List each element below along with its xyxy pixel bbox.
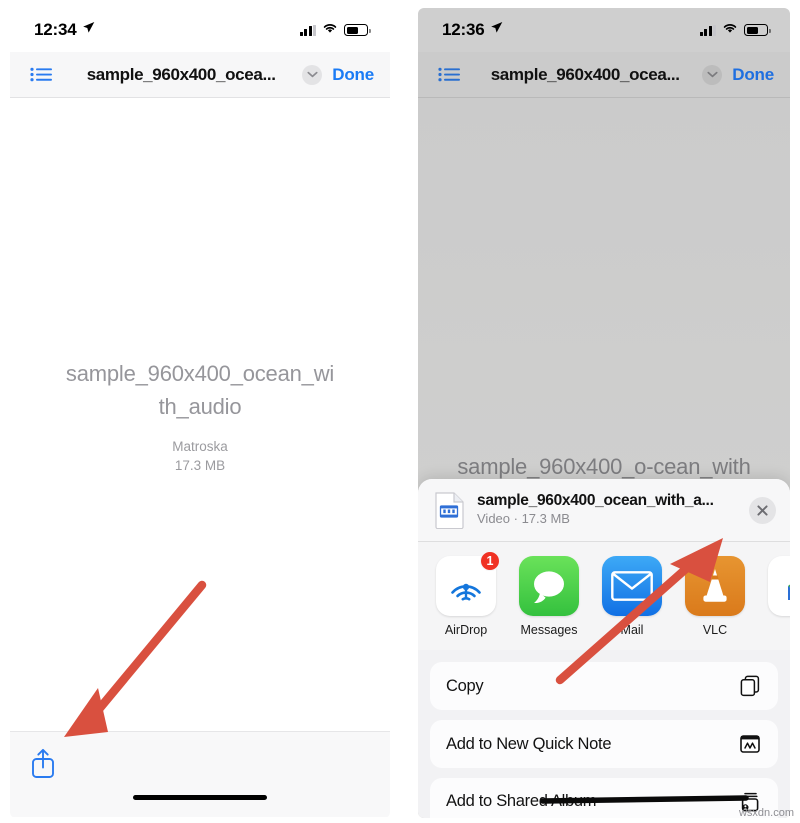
vlc-app-label: VLC [702,623,728,637]
share-sheet-header: sample_960x400_ocean_with_a... Video · 1… [418,479,790,542]
wifi-icon [322,21,338,39]
vlc-cone-icon [685,556,745,616]
action-row-copy[interactable]: Copy [430,662,778,710]
status-bar-left: 12:34 [10,8,390,52]
document-preview-right-dimmed: sample_960x400_o-cean_with_audio [418,98,790,818]
action-label: Add to Shared Album [446,792,597,810]
messages-icon [519,556,579,616]
watermark: wsxdn.com [738,807,794,819]
share-targets-row[interactable]: 1 AirDrop Messages Mail VLC [418,542,790,650]
location-arrow-icon [490,21,503,39]
drive-app-tile[interactable]: D [768,556,790,637]
share-sheet-filename: sample_960x400_ocean_with_a... [477,492,714,509]
document-kind: Matroska [172,438,228,454]
mail-app-label: Mail [620,623,644,637]
quick-note-icon [738,732,762,756]
vlc-app-tile[interactable]: VLC [685,556,745,637]
copy-icon [738,674,762,698]
nav-bar-right: sample_960x400_ocea... Done [418,52,790,98]
phone-screenshot-left: 12:34 sample_960x400_ocea... Done sample… [10,8,390,818]
action-label: Copy [446,676,484,695]
nav-title-right: sample_960x400_ocea... [490,64,680,84]
status-time: 12:36 [442,20,485,39]
battery-icon [344,24,371,36]
messages-app-label: Messages [520,623,578,637]
video-file-icon [434,491,465,530]
done-button-right[interactable]: Done [732,65,774,85]
screenshot-stage: 12:34 sample_960x400_ocea... Done sample… [0,0,800,823]
mail-app-tile[interactable]: Mail [602,556,662,637]
list-bullet-icon[interactable] [30,67,52,82]
action-group-2: Add to New Quick Note [430,720,778,768]
document-size: 17.3 MB [174,457,226,473]
document-filename: sample_960x400_ocean_with_audio [65,360,335,419]
airdrop-app-label: AirDrop [444,623,488,637]
nav-bar-left: sample_960x400_ocea... Done [10,52,390,98]
share-icon[interactable] [28,746,58,780]
airdrop-badge-count: 1 [480,551,500,571]
share-sheet-file-meta: sample_960x400_ocean_with_a... Video · 1… [477,492,749,528]
drive-icon [768,556,790,616]
status-indicators [699,21,771,39]
action-row-shared-album[interactable]: Add to Shared Album [430,778,778,818]
bottom-toolbar-left [10,731,390,817]
chevron-down-icon[interactable] [302,64,323,85]
mail-icon [602,556,662,616]
battery-icon [744,24,771,36]
home-indicator-left[interactable] [133,795,267,800]
phone-screenshot-right: 12:36 sample_960x400_ocea... Done sample… [418,8,790,818]
action-group-3: Add to Shared Album [430,778,778,818]
share-sheet-subtitle: Video · 17.3 MB [477,511,570,526]
action-group-1: Copy [430,662,778,710]
chevron-down-icon[interactable] [702,64,723,85]
airdrop-app-tile[interactable]: 1 AirDrop [436,551,500,637]
document-preview-left: sample_960x400_ocean_with_audio Matroska… [10,98,390,731]
list-bullet-icon[interactable] [438,67,460,82]
status-indicators [299,21,371,39]
status-time: 12:34 [34,20,77,39]
wifi-icon [722,21,738,39]
done-button-left[interactable]: Done [332,65,374,85]
share-sheet: sample_960x400_ocean_with_a... Video · 1… [418,479,790,818]
drive-app-label: D [768,623,790,637]
location-arrow-icon [82,21,95,39]
messages-app-tile[interactable]: Messages [519,556,579,637]
cellular-signal-icon [299,24,316,36]
action-label: Add to New Quick Note [446,734,612,753]
nav-title-left: sample_960x400_ocea... [86,64,276,84]
cellular-signal-icon [699,24,716,36]
close-icon[interactable] [749,496,776,524]
share-sheet-actions: Copy Add to New Quick Note Add to Shared… [418,650,790,818]
action-row-quick-note[interactable]: Add to New Quick Note [430,720,778,768]
status-bar-right: 12:36 [418,8,790,52]
